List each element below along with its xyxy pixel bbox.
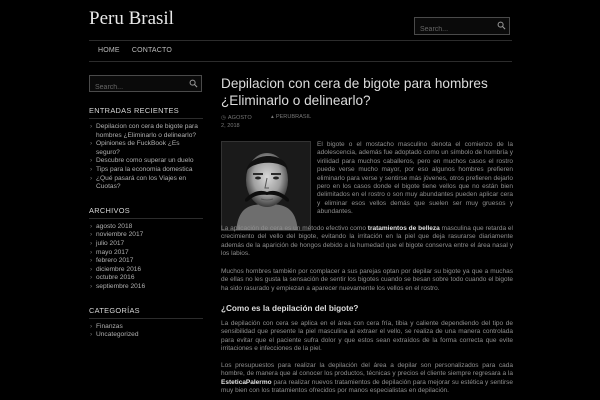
recent-post-link[interactable]: Tips para la economia domestica: [89, 166, 203, 175]
post-title[interactable]: Depilacion con cera de bigote para hombr…: [221, 75, 513, 109]
category-link[interactable]: Finanzas: [89, 323, 203, 332]
archive-link[interactable]: diciembre 2016: [89, 266, 203, 275]
recent-post-link[interactable]: ¿Qué pasará con los Viajes en Cuotas?: [89, 175, 203, 192]
archive-link[interactable]: febrero 2017: [89, 257, 203, 266]
estetica-palermo-link[interactable]: EsteticaPalermo: [221, 379, 272, 386]
post-image: [221, 141, 311, 231]
mustache-man-image: [222, 142, 310, 230]
sidebar: ENTRADAS RECIENTES Depilacion con cera d…: [89, 75, 203, 340]
post-intro: El bigote o el mostacho masculino denota…: [317, 141, 513, 216]
header-search-input[interactable]: [415, 21, 509, 38]
paragraph-text: Los presupuestos para realizar la depila…: [221, 362, 513, 378]
post-paragraph: Muchos hombres también por complacer a s…: [221, 268, 513, 292]
recent-post-link[interactable]: Depilacion con cera de bigote para hombr…: [89, 123, 203, 140]
archive-link[interactable]: julio 2017: [89, 240, 203, 249]
categories-list: Finanzas Uncategorized: [89, 323, 203, 340]
archive-link[interactable]: agosto 2018: [89, 223, 203, 232]
categories-title: CATEGORÍAS: [89, 306, 203, 319]
recent-post-link[interactable]: Opiniones de FuckBook ¿Es seguro?: [89, 140, 203, 157]
post-author[interactable]: PERUBRASIL: [271, 114, 311, 120]
post-paragraph: Los presupuestos para realizar la depila…: [221, 362, 513, 396]
recent-posts-list: Depilacion con cera de bigote para hombr…: [89, 123, 203, 192]
nav-divider-bottom: [89, 61, 512, 62]
nav-divider-top: [89, 40, 512, 41]
section-heading: ¿Como es la depilación del bigote?: [221, 304, 359, 313]
archives-list: agosto 2018 noviembre 2017 julio 2017 ma…: [89, 223, 203, 292]
post-date[interactable]: AGOSTO 2, 2018: [221, 114, 257, 130]
header-search[interactable]: [414, 17, 510, 38]
recent-post-link[interactable]: Descubre como superar un duelo: [89, 157, 203, 166]
recent-posts-title: ENTRADAS RECIENTES: [89, 106, 203, 119]
beauty-treatments-link[interactable]: tratamientos de belleza: [368, 225, 440, 232]
archive-link[interactable]: noviembre 2017: [89, 231, 203, 240]
category-link[interactable]: Uncategorized: [89, 331, 203, 340]
paragraph-text: La aplicación de cera es un método efect…: [221, 225, 368, 232]
search-icon[interactable]: [189, 79, 198, 88]
archives-title: ARCHIVOS: [89, 206, 203, 219]
post-paragraph: La aplicación de cera es un método efect…: [221, 225, 513, 259]
post-meta: AGOSTO 2, 2018 PERUBRASIL: [221, 114, 513, 132]
post-article: Depilacion con cera de bigote para hombr…: [221, 75, 513, 394]
sidebar-search-input[interactable]: [90, 80, 201, 95]
post-paragraph: La depilación con cera se aplica en el á…: [221, 320, 513, 353]
main-nav: HOME CONTACTO: [98, 47, 172, 54]
nav-item-home[interactable]: HOME: [98, 47, 120, 54]
site-title[interactable]: Peru Brasil: [89, 8, 174, 30]
search-icon[interactable]: [497, 21, 506, 30]
sidebar-search[interactable]: [89, 75, 202, 95]
nav-item-contacto[interactable]: CONTACTO: [132, 47, 172, 54]
archive-link[interactable]: octubre 2016: [89, 274, 203, 283]
archive-link[interactable]: mayo 2017: [89, 249, 203, 258]
archive-link[interactable]: septiembre 2016: [89, 283, 203, 292]
